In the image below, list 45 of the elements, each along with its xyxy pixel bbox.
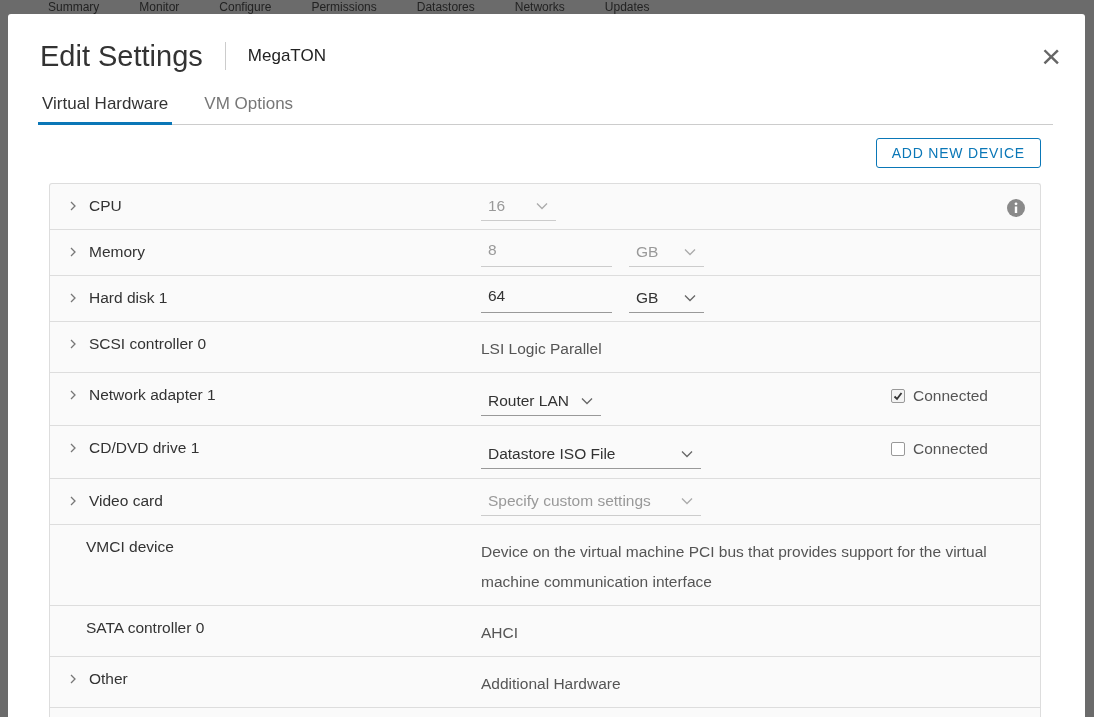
background-tab-label[interactable]: Summary	[48, 0, 100, 14]
chevron-right-icon[interactable]	[69, 338, 77, 350]
device-value: AHCI	[481, 623, 519, 643]
device-value: LSI Logic Parallel	[481, 339, 602, 359]
device-label: SCSI controller 0	[89, 335, 207, 353]
device-label: CPU	[89, 197, 122, 215]
device-label: SATA controller 0	[86, 619, 205, 637]
background-tab-label[interactable]: Networks	[514, 0, 565, 14]
tab[interactable]: VM Options	[200, 92, 298, 125]
input-field[interactable]: 64	[481, 284, 612, 313]
background-tab-label[interactable]: Configure	[219, 0, 272, 14]
unit-dropdown[interactable]: GB	[629, 284, 704, 313]
caret-icon	[536, 202, 548, 210]
chevron-right-icon[interactable]	[69, 673, 77, 685]
device-label: CD/DVD drive 1	[89, 439, 200, 457]
dropdown[interactable]: Router LAN	[481, 387, 601, 416]
device-label: Video card	[89, 492, 163, 510]
device-label: Hard disk 1	[89, 289, 168, 307]
device-label: Memory	[89, 243, 145, 261]
device-label: Network adapter 1	[89, 386, 216, 404]
device-label: Other	[89, 670, 128, 688]
device-value: Additional Hardware	[481, 674, 621, 694]
caret-icon	[681, 450, 693, 458]
dropdown[interactable]: Datastore ISO File	[481, 440, 701, 469]
caret-icon	[684, 294, 696, 302]
chevron-right-icon[interactable]	[69, 389, 77, 401]
tab[interactable]: Virtual Hardware	[38, 92, 173, 125]
background-tab-label[interactable]: Updates	[604, 0, 650, 14]
device-label: VMCI device	[86, 538, 174, 556]
connected-checkbox[interactable]: Connected	[891, 440, 988, 458]
add-device-button[interactable]: ADD NEW DEVICE	[875, 138, 1041, 168]
caret-icon	[684, 248, 696, 256]
vm-name: MegaTON	[247, 46, 326, 66]
dialog-title: Edit Settings	[40, 39, 203, 73]
background-tab-label[interactable]: Permissions	[311, 0, 377, 14]
connected-checkbox[interactable]: Connected	[891, 387, 988, 405]
close-button[interactable]: ×	[1041, 41, 1061, 71]
caret-icon	[581, 397, 593, 405]
background-tab-label[interactable]: Monitor	[139, 0, 180, 14]
device-value: Device on the virtual machine PCI bus that provides support for the virtual machine communication interface	[481, 542, 988, 592]
caret-icon	[681, 497, 693, 505]
chevron-right-icon[interactable]	[69, 292, 77, 304]
checkmark-icon	[892, 390, 904, 402]
chevron-right-icon[interactable]	[69, 442, 77, 454]
background-tab-label[interactable]: Datastores	[416, 0, 475, 14]
